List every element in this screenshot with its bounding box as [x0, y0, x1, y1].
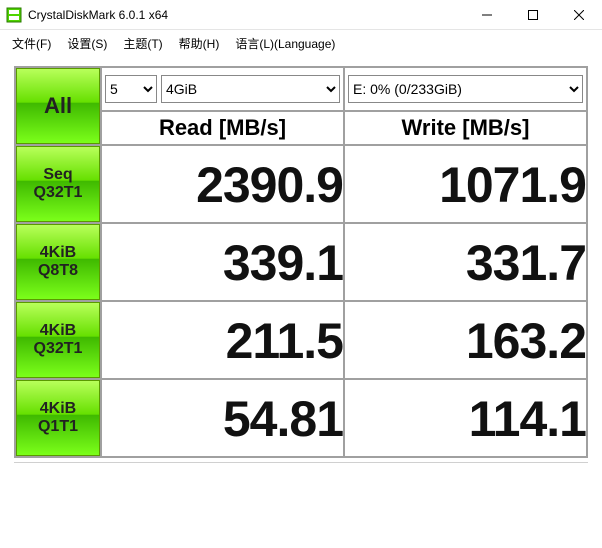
menu-file[interactable]: 文件(F) — [6, 33, 57, 54]
test-label-line1: 4KiB — [17, 400, 99, 418]
write-header: Write [MB/s] — [344, 111, 587, 145]
all-button[interactable]: All — [16, 68, 100, 144]
read-value: 54.81 — [102, 386, 343, 450]
read-value: 339.1 — [102, 230, 343, 294]
maximize-button[interactable] — [510, 0, 556, 29]
test-label-line2: Q32T1 — [17, 184, 99, 202]
table-row: 4KiB Q1T1 54.81 114.1 — [15, 379, 587, 457]
test-label-line2: Q32T1 — [17, 340, 99, 358]
test-button-seq-q32t1[interactable]: Seq Q32T1 — [16, 146, 100, 222]
status-bar — [14, 462, 588, 486]
test-button-4kib-q32t1[interactable]: 4KiB Q32T1 — [16, 302, 100, 378]
menu-settings[interactable]: 设置(S) — [61, 33, 113, 54]
app-icon — [6, 7, 22, 23]
table-row: 4KiB Q8T8 339.1 331.7 — [15, 223, 587, 301]
write-value: 114.1 — [345, 386, 586, 450]
table-row: 4KiB Q32T1 211.5 163.2 — [15, 301, 587, 379]
benchmark-table: All 5 4GiB E: 0% (0/233GiB) — [14, 66, 588, 458]
test-label-line1: 4KiB — [17, 244, 99, 262]
read-header: Read [MB/s] — [101, 111, 344, 145]
runs-select[interactable]: 5 — [105, 75, 157, 103]
menubar: 文件(F) 设置(S) 主题(T) 帮助(H) 语言(L)(Language) — [0, 30, 602, 56]
menu-help[interactable]: 帮助(H) — [173, 33, 226, 54]
test-button-4kib-q1t1[interactable]: 4KiB Q1T1 — [16, 380, 100, 456]
test-label-line1: Seq — [17, 166, 99, 184]
menu-theme[interactable]: 主题(T) — [117, 33, 168, 54]
test-button-4kib-q8t8[interactable]: 4KiB Q8T8 — [16, 224, 100, 300]
test-label-line2: Q8T8 — [17, 262, 99, 280]
table-row: Seq Q32T1 2390.9 1071.9 — [15, 145, 587, 223]
read-value: 211.5 — [102, 308, 343, 372]
window-controls — [464, 0, 602, 29]
menu-language[interactable]: 语言(L)(Language) — [229, 33, 341, 54]
write-value: 163.2 — [345, 308, 586, 372]
write-value: 331.7 — [345, 230, 586, 294]
minimize-button[interactable] — [464, 0, 510, 29]
titlebar: CrystalDiskMark 6.0.1 x64 — [0, 0, 602, 30]
test-label-line2: Q1T1 — [17, 418, 99, 436]
write-value: 1071.9 — [345, 152, 586, 216]
window-title: CrystalDiskMark 6.0.1 x64 — [28, 8, 464, 22]
close-button[interactable] — [556, 0, 602, 29]
test-label-line1: 4KiB — [17, 322, 99, 340]
content-area: All 5 4GiB E: 0% (0/233GiB) — [0, 56, 602, 492]
drive-select[interactable]: E: 0% (0/233GiB) — [348, 75, 583, 103]
size-select[interactable]: 4GiB — [161, 75, 340, 103]
read-value: 2390.9 — [102, 152, 343, 216]
